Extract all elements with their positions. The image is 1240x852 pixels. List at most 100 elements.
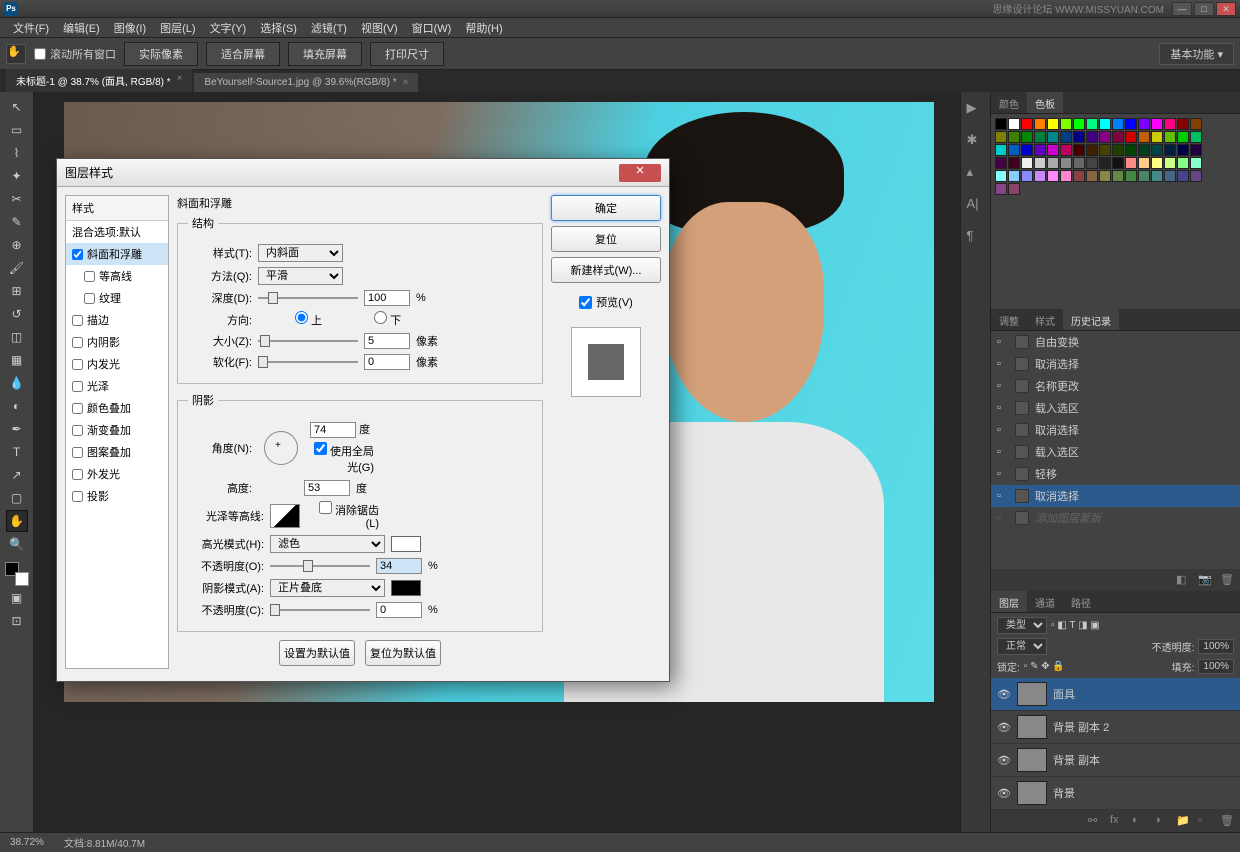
adj-icon[interactable]: ◑ bbox=[1154, 814, 1168, 828]
marquee-tool[interactable]: ▭ bbox=[6, 119, 28, 141]
swatch[interactable] bbox=[1034, 170, 1046, 182]
swatch[interactable] bbox=[1021, 118, 1033, 130]
swatch[interactable] bbox=[1073, 144, 1085, 156]
swatch[interactable] bbox=[1073, 170, 1085, 182]
swatch[interactable] bbox=[1177, 131, 1189, 143]
global-light-checkbox[interactable]: 使用全局光(G) bbox=[310, 442, 374, 475]
history-item[interactable]: ▫轻移 bbox=[991, 463, 1240, 485]
style-list-item[interactable]: 内阴影 bbox=[66, 331, 168, 353]
fill-value[interactable]: 100% bbox=[1198, 659, 1234, 674]
pen-tool[interactable]: ✒ bbox=[6, 418, 28, 440]
swatch[interactable] bbox=[1086, 131, 1098, 143]
highlight-opacity-input[interactable] bbox=[376, 558, 422, 574]
depth-slider[interactable] bbox=[258, 291, 358, 305]
swatch[interactable] bbox=[1190, 118, 1202, 130]
shape-tool[interactable]: ▢ bbox=[6, 487, 28, 509]
style-list-item[interactable]: 斜面和浮雕 bbox=[66, 243, 168, 265]
style-list-item[interactable]: 颜色叠加 bbox=[66, 397, 168, 419]
angle-dial[interactable] bbox=[264, 431, 298, 465]
visibility-icon[interactable]: 👁 bbox=[997, 754, 1011, 767]
style-list-item[interactable]: 内发光 bbox=[66, 353, 168, 375]
layer-item[interactable]: 👁背景 副本 bbox=[991, 744, 1240, 777]
swatch[interactable] bbox=[1060, 131, 1072, 143]
swatch[interactable] bbox=[1086, 157, 1098, 169]
swatch[interactable] bbox=[1034, 118, 1046, 130]
swatch[interactable] bbox=[1138, 131, 1150, 143]
lasso-tool[interactable]: ⌇ bbox=[6, 142, 28, 164]
stamp-tool[interactable]: ⊞ bbox=[6, 280, 28, 302]
history-item[interactable]: ▫载入选区 bbox=[991, 397, 1240, 419]
history-item[interactable]: ▫取消选择 bbox=[991, 419, 1240, 441]
swatch[interactable] bbox=[1125, 118, 1137, 130]
blur-tool[interactable]: 💧 bbox=[6, 372, 28, 394]
swatch[interactable] bbox=[1125, 144, 1137, 156]
gradient-tool[interactable]: ▦ bbox=[6, 349, 28, 371]
preview-checkbox[interactable]: 预览(V) bbox=[551, 294, 661, 310]
zoom-level[interactable]: 38.72% bbox=[10, 837, 44, 848]
para-icon[interactable]: ¶ bbox=[967, 228, 985, 246]
swatch[interactable] bbox=[1112, 118, 1124, 130]
style-list-item[interactable]: 外发光 bbox=[66, 463, 168, 485]
swatch[interactable] bbox=[1060, 157, 1072, 169]
ok-button[interactable]: 确定 bbox=[551, 195, 661, 221]
visibility-icon[interactable]: 👁 bbox=[997, 688, 1011, 701]
swatch[interactable] bbox=[1151, 170, 1163, 182]
new-style-button[interactable]: 新建样式(W)... bbox=[551, 257, 661, 283]
cancel-button[interactable]: 复位 bbox=[551, 226, 661, 252]
menu-image[interactable]: 图像(I) bbox=[107, 20, 153, 36]
layer-item[interactable]: 👁面具 bbox=[991, 678, 1240, 711]
fx-icon[interactable]: fx bbox=[1110, 814, 1124, 828]
swatch[interactable] bbox=[1151, 144, 1163, 156]
paths-tab[interactable]: 路径 bbox=[1063, 591, 1099, 612]
swatch[interactable] bbox=[1099, 118, 1111, 130]
print-size-button[interactable]: 打印尺寸 bbox=[370, 42, 444, 66]
antialias-checkbox[interactable]: 消除锯齿(L) bbox=[315, 501, 379, 530]
fill-screen-button[interactable]: 填充屏幕 bbox=[288, 42, 362, 66]
snapshot-icon[interactable]: ◧ bbox=[1176, 573, 1190, 587]
close-icon[interactable]: × bbox=[177, 73, 183, 88]
highlight-mode-select[interactable]: 滤色 bbox=[270, 535, 385, 553]
style-list-item[interactable]: 投影 bbox=[66, 485, 168, 507]
swatches-grid[interactable] bbox=[991, 114, 1240, 199]
swatch[interactable] bbox=[1190, 131, 1202, 143]
dialog-titlebar[interactable]: 图层样式 ✕ bbox=[57, 159, 669, 187]
menu-layer[interactable]: 图层(L) bbox=[153, 20, 202, 36]
size-input[interactable] bbox=[364, 333, 410, 349]
layers-tab[interactable]: 图层 bbox=[991, 591, 1027, 612]
swatch[interactable] bbox=[1008, 118, 1020, 130]
history-brush-tool[interactable]: ↺ bbox=[6, 303, 28, 325]
menu-select[interactable]: 选择(S) bbox=[253, 20, 304, 36]
close-button[interactable]: ✕ bbox=[1216, 2, 1236, 16]
history-item[interactable]: ▫取消选择 bbox=[991, 353, 1240, 375]
blend-mode-select[interactable]: 正常 bbox=[997, 638, 1047, 655]
swatch[interactable] bbox=[1138, 170, 1150, 182]
swatch[interactable] bbox=[1060, 170, 1072, 182]
swatch[interactable] bbox=[1190, 144, 1202, 156]
swatch[interactable] bbox=[1047, 170, 1059, 182]
shadow-color[interactable] bbox=[391, 580, 421, 596]
swatch[interactable] bbox=[1047, 144, 1059, 156]
size-slider[interactable] bbox=[258, 334, 358, 348]
swatch[interactable] bbox=[995, 144, 1007, 156]
swatch[interactable] bbox=[1099, 144, 1111, 156]
swatch[interactable] bbox=[1073, 131, 1085, 143]
visibility-icon[interactable]: 👁 bbox=[997, 787, 1011, 800]
shadow-opacity-slider[interactable] bbox=[270, 603, 370, 617]
camera-icon[interactable]: 📷 bbox=[1198, 573, 1212, 587]
maximize-button[interactable]: □ bbox=[1194, 2, 1214, 16]
swatch[interactable] bbox=[1099, 170, 1111, 182]
history-item[interactable]: ▫载入选区 bbox=[991, 441, 1240, 463]
style-list-item[interactable]: 渐变叠加 bbox=[66, 419, 168, 441]
menu-file[interactable]: 文件(F) bbox=[6, 20, 56, 36]
swatch[interactable] bbox=[1190, 157, 1202, 169]
style-list-item[interactable]: 图案叠加 bbox=[66, 441, 168, 463]
workspace-dropdown[interactable]: 基本功能 ▾ bbox=[1159, 43, 1234, 65]
swatch[interactable] bbox=[1151, 118, 1163, 130]
zoom-tool[interactable]: 🔍 bbox=[6, 533, 28, 555]
trash-icon[interactable]: 🗑 bbox=[1220, 573, 1234, 587]
swatch[interactable] bbox=[1177, 118, 1189, 130]
history-tab[interactable]: 历史记录 bbox=[1063, 309, 1119, 330]
menu-help[interactable]: 帮助(H) bbox=[458, 20, 509, 36]
swatch[interactable] bbox=[1099, 157, 1111, 169]
color-tab[interactable]: 颜色 bbox=[991, 92, 1027, 113]
